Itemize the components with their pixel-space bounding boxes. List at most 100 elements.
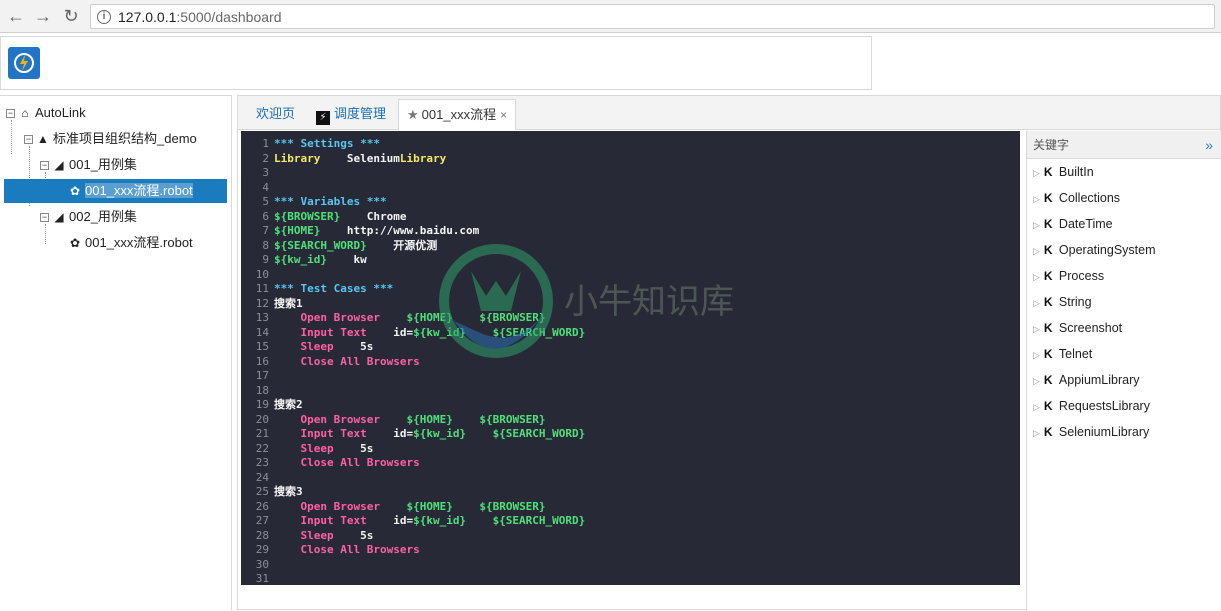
- tree-node-suite2[interactable]: − ◢ 002_用例集: [40, 205, 137, 229]
- line-number: 18: [255, 383, 269, 397]
- expand-arrow-icon[interactable]: ▷: [1033, 220, 1040, 230]
- code-line[interactable]: 搜索2: [274, 398, 585, 413]
- reload-icon[interactable]: ↻: [60, 5, 82, 27]
- code-line[interactable]: ${HOME} http://www.baidu.com: [274, 224, 585, 239]
- code-token: Sleep: [274, 528, 334, 542]
- tree-node-root[interactable]: − ⌂ AutoLink: [6, 101, 86, 125]
- code-line[interactable]: [274, 166, 585, 181]
- library-k-icon: K: [1043, 165, 1053, 179]
- keyword-library-item[interactable]: ▷ K DateTime: [1027, 211, 1221, 237]
- code-token: Library: [399, 151, 447, 165]
- keyword-library-label: RequestsLibrary: [1058, 399, 1150, 413]
- code-line[interactable]: 搜索1: [274, 297, 585, 312]
- expand-arrow-icon[interactable]: ▷: [1033, 168, 1040, 178]
- line-number: 20: [255, 412, 269, 426]
- tab-schedule[interactable]: ⚡ 调度管理: [308, 99, 394, 130]
- code-token: *** Variables ***: [274, 195, 387, 208]
- library-k-icon: K: [1043, 243, 1053, 257]
- code-line[interactable]: Open Browser ${HOME} ${BROWSER}: [274, 413, 585, 428]
- collapse-icon[interactable]: −: [24, 135, 33, 145]
- expand-arrow-icon[interactable]: ▷: [1033, 376, 1040, 386]
- forward-icon[interactable]: →: [32, 5, 54, 27]
- code-line[interactable]: *** Test Cases ***: [274, 282, 585, 297]
- expand-arrow-icon[interactable]: ▷: [1033, 402, 1040, 412]
- tree-node-project[interactable]: − ▲ 标准项目组织结构_demo: [24, 127, 197, 151]
- code-token: kw: [326, 253, 367, 266]
- keyword-library-item[interactable]: ▷ K String: [1027, 289, 1221, 315]
- keyword-library-item[interactable]: ▷ K Telnet: [1027, 341, 1221, 367]
- code-token: 搜索1: [274, 296, 303, 310]
- code-line[interactable]: [274, 558, 585, 573]
- keyword-library-item[interactable]: ▷ K Process: [1027, 263, 1221, 289]
- code-line[interactable]: ${SEARCH_WORD} 开源优测: [274, 239, 585, 254]
- keyword-library-item[interactable]: ▷ K Collections: [1027, 185, 1221, 211]
- code-line[interactable]: [274, 369, 585, 384]
- info-icon[interactable]: i: [97, 10, 111, 24]
- code-line[interactable]: Input Text id=${kw_id} ${SEARCH_WORD}: [274, 514, 585, 529]
- project-tree: − ⌂ AutoLink − ▲ 标准项目组织结构_demo − ◢ 001_用例集 ✿ 00…: [0, 95, 232, 610]
- code-line[interactable]: Sleep 5s: [274, 442, 585, 457]
- code-token: ${BROWSER}: [479, 499, 546, 513]
- back-icon[interactable]: ←: [5, 5, 27, 27]
- code-line[interactable]: Library SeleniumLibrary: [274, 152, 585, 167]
- code-line[interactable]: [274, 268, 585, 283]
- address-bar[interactable]: i 127.0.0.1:5000/dashboard: [90, 4, 1215, 29]
- code-line[interactable]: Sleep 5s: [274, 529, 585, 544]
- keyword-library-item[interactable]: ▷ K BuiltIn: [1027, 159, 1221, 185]
- tab-welcome[interactable]: 欢迎页: [248, 99, 303, 130]
- code-line[interactable]: [274, 471, 585, 486]
- code-token: id=: [366, 427, 414, 440]
- code-line[interactable]: Close All Browsers: [274, 543, 585, 558]
- expand-arrow-icon[interactable]: ▷: [1033, 194, 1040, 204]
- close-icon[interactable]: ×: [500, 108, 507, 122]
- expand-arrow-icon[interactable]: ▷: [1033, 324, 1040, 334]
- collapse-icon[interactable]: −: [40, 213, 49, 223]
- collapse-icon[interactable]: −: [40, 161, 49, 171]
- line-number: 21: [255, 427, 269, 440]
- code-line[interactable]: Open Browser ${HOME} ${BROWSER}: [274, 500, 585, 515]
- keyword-library-label: Collections: [1058, 191, 1121, 205]
- code-line[interactable]: ${kw_id} kw: [274, 253, 585, 268]
- code-line[interactable]: Open Browser ${HOME} ${BROWSER}: [274, 311, 585, 326]
- line-number: 28: [255, 528, 269, 542]
- code-line[interactable]: [274, 572, 585, 585]
- keyword-library-item[interactable]: ▷ K AppiumLibrary: [1027, 367, 1221, 393]
- code-content[interactable]: *** Settings *** Library SeleniumLibrary *…: [274, 137, 585, 585]
- expand-arrow-icon[interactable]: ▷: [1033, 350, 1040, 360]
- line-number: 7: [262, 224, 269, 237]
- code-line[interactable]: ${BROWSER} Chrome: [274, 210, 585, 225]
- tree-node-suite1[interactable]: − ◢ 001_用例集: [40, 153, 137, 177]
- code-line[interactable]: [274, 384, 585, 399]
- code-line[interactable]: Input Text id=${kw_id} ${SEARCH_WORD}: [274, 326, 585, 341]
- tree-node-suite1-file[interactable]: ✿ 001_xxx流程.robot: [4, 179, 227, 203]
- keyword-library-item[interactable]: ▷ K OperatingSystem: [1027, 237, 1221, 263]
- code-token: Close All Browsers: [274, 354, 420, 368]
- autolink-logo[interactable]: [8, 47, 40, 79]
- code-line[interactable]: Sleep 5s: [274, 340, 585, 355]
- code-editor[interactable]: 1 2 3 4 5 6 7 8 9 10 11 12 13 14 15 16 17 18 19 20 21 22 23 24 2…: [241, 131, 1020, 585]
- tree-node-suite2-file[interactable]: ✿ 001_xxx流程.robot: [68, 231, 193, 255]
- line-number: 31: [255, 572, 269, 585]
- code-line[interactable]: [274, 181, 585, 196]
- tab-file[interactable]: ★ 001_xxx流程 ×: [398, 99, 517, 130]
- code-token: ${HOME}: [406, 499, 453, 513]
- expand-arrow-icon[interactable]: ▷: [1033, 272, 1040, 282]
- keyword-library-item[interactable]: ▷ K SeleniumLibrary: [1027, 419, 1221, 445]
- expand-arrow-icon[interactable]: ▷: [1033, 428, 1040, 438]
- code-line[interactable]: Input Text id=${kw_id} ${SEARCH_WORD}: [274, 427, 585, 442]
- collapse-icon[interactable]: −: [6, 109, 15, 119]
- code-line[interactable]: 搜索3: [274, 485, 585, 500]
- code-line[interactable]: *** Variables ***: [274, 195, 585, 210]
- double-chevron-right-icon[interactable]: »: [1205, 131, 1213, 159]
- code-token: 5s: [333, 441, 374, 455]
- code-line[interactable]: Close All Browsers: [274, 456, 585, 471]
- code-line[interactable]: Close All Browsers: [274, 355, 585, 370]
- keyword-library-item[interactable]: ▷ K Screenshot: [1027, 315, 1221, 341]
- expand-arrow-icon[interactable]: ▷: [1033, 246, 1040, 256]
- expand-arrow-icon[interactable]: ▷: [1033, 298, 1040, 308]
- keyword-library-item[interactable]: ▷ K RequestsLibrary: [1027, 393, 1221, 419]
- code-line[interactable]: *** Settings ***: [274, 137, 585, 152]
- keyword-panel-header: 关键字 »: [1027, 131, 1221, 159]
